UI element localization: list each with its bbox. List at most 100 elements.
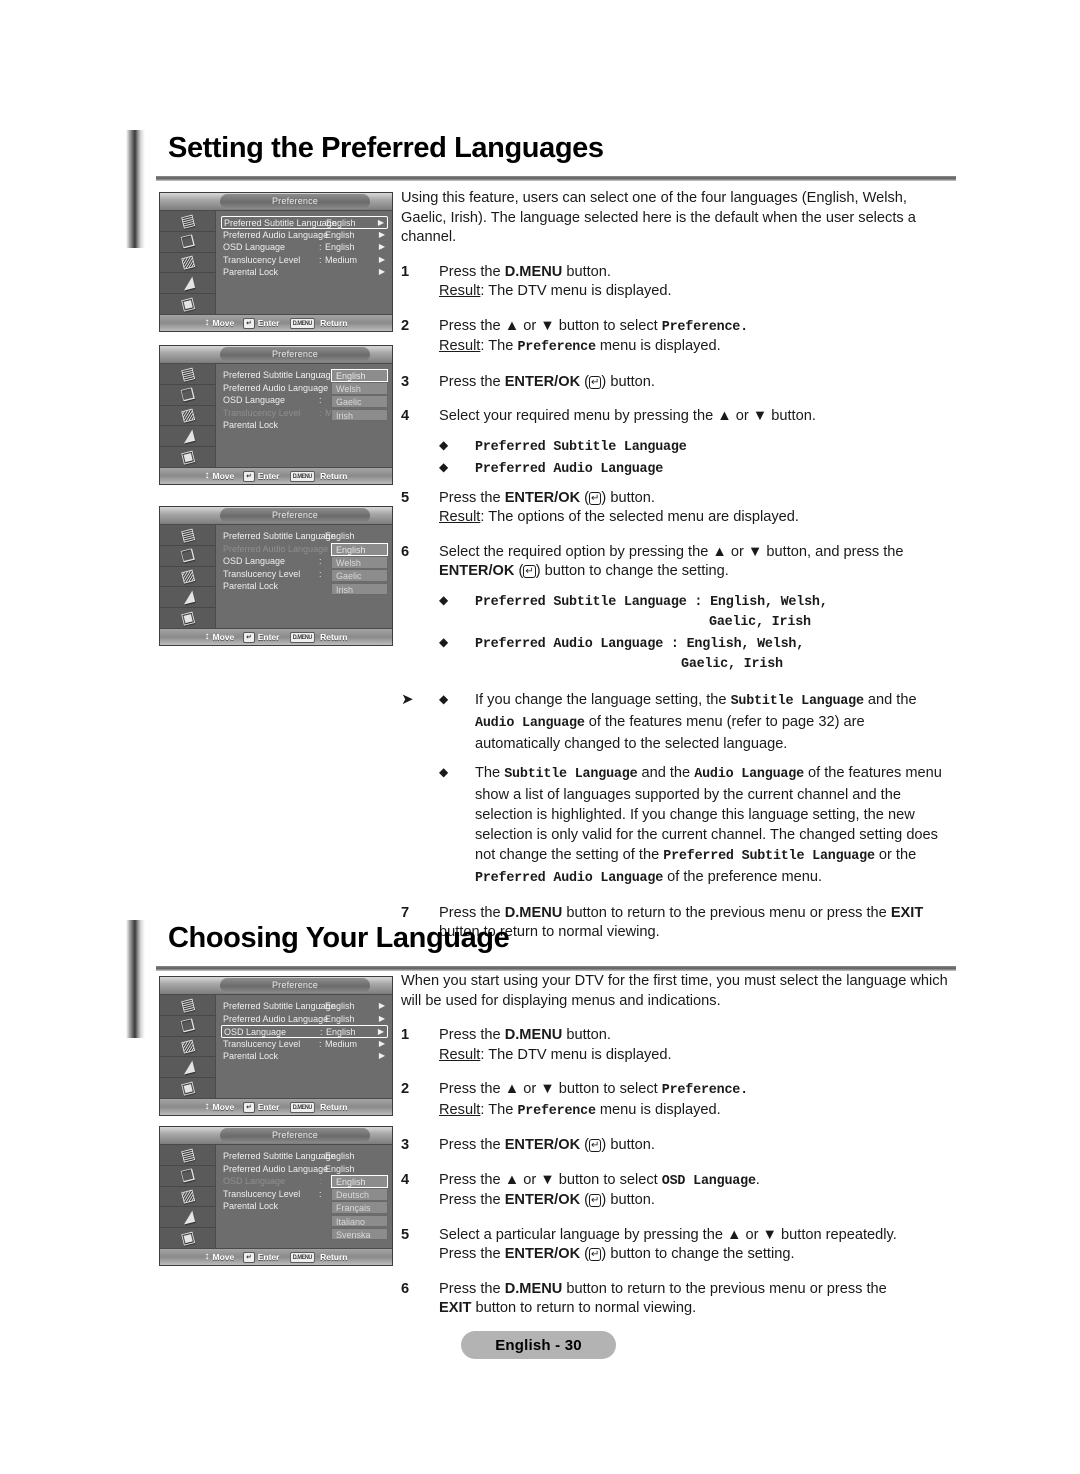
osd-icon-picture[interactable]: ❑ [160, 232, 215, 253]
bullet-item: ◆ Preferred Audio Language [439, 458, 949, 480]
osd-footer-enter[interactable]: ↵ Enter [243, 317, 279, 329]
setup-icon: ◢ [179, 587, 196, 607]
picture-icon: ❑ [178, 384, 197, 405]
osd-footer-enter[interactable]: ↵ Enter [243, 1251, 279, 1263]
osd-row-subtitle-language[interactable]: Preferred Subtitle Language : English ▶ [221, 1000, 388, 1013]
section-setting-preferred-languages: Setting the Preferred Languages [126, 130, 956, 248]
osd-icon-channel[interactable]: ▤ [160, 1145, 215, 1166]
heading-rule [156, 966, 956, 971]
osd-icon-preference[interactable]: ▣ [160, 1078, 215, 1098]
osd-footer-move[interactable]: ↕ Move [205, 1252, 235, 1263]
dropdown-option[interactable]: Irish [331, 408, 388, 422]
note-item-1: ◆ If you change the language setting, th… [439, 690, 949, 754]
osd-menu-list: Preferred Subtitle Language : Preferred … [216, 364, 392, 467]
osd-footer-enter[interactable]: ↵ Enter [243, 631, 279, 643]
osd-footer-move[interactable]: ↕ Move [205, 471, 235, 482]
osd-icon-preference[interactable]: ▣ [160, 608, 215, 628]
osd-icon-picture[interactable]: ❑ [160, 1166, 215, 1187]
osd-footer-return[interactable]: D.MENU Return [288, 1101, 347, 1113]
osd-icon-sound[interactable]: ▨ [160, 1187, 215, 1208]
dropdown-option[interactable]: Irish [331, 582, 388, 596]
dropdown-option[interactable]: English [331, 543, 388, 556]
osd-row-osd-language[interactable]: OSD Language : English ▶ [221, 241, 388, 254]
osd-footer-enter[interactable]: ↵ Enter [243, 470, 279, 482]
osd-row-osd-language[interactable]: OSD Language : English ▶ [221, 1025, 388, 1038]
note-text-a: The [475, 764, 505, 781]
chevron-right-icon: ▶ [378, 254, 385, 264]
osd-icon-setup[interactable]: ◢ [160, 273, 215, 295]
osd-row-audio-language[interactable]: Preferred Audio Language : English ▶ [221, 1013, 388, 1026]
osd-icon-channel[interactable]: ▤ [160, 211, 215, 232]
osd-icon-sound[interactable]: ▨ [160, 406, 215, 427]
audio-language-dropdown[interactable]: English Welsh Gaelic Irish [331, 543, 388, 596]
osd-icon-setup[interactable]: ◢ [160, 587, 215, 609]
note-text-b: and the [637, 764, 695, 781]
osd-footer-return[interactable]: D.MENU Return [288, 317, 347, 329]
diamond-bullet-icon: ◆ [439, 634, 449, 649]
enter-key-icon: ↵ [589, 1139, 602, 1152]
osd-row-parental-lock[interactable]: Parental Lock ▶ [221, 266, 388, 279]
osd-footer-enter[interactable]: ↵ Enter [243, 1101, 279, 1113]
dropdown-option[interactable]: English [331, 369, 388, 382]
osd-icon-channel[interactable]: ▤ [160, 525, 215, 546]
osd-icon-picture[interactable]: ❑ [160, 385, 215, 406]
dropdown-option[interactable]: Svenska [331, 1227, 388, 1241]
dropdown-option[interactable]: Italiano [331, 1214, 388, 1228]
osd-row-audio-language[interactable]: Preferred Audio Language : English ▶ [221, 229, 388, 242]
osd-icon-preference[interactable]: ▣ [160, 294, 215, 314]
osd-label: Parental Lock [223, 1051, 279, 1062]
dropdown-option[interactable]: Welsh [331, 382, 388, 395]
osd-icon-sound[interactable]: ▨ [160, 253, 215, 274]
step-text-a: Press the [439, 1280, 505, 1297]
result-text: : The options of the selected menu are d… [480, 509, 799, 525]
osd-colon: : [319, 1038, 322, 1049]
dropdown-option[interactable]: Français [331, 1201, 388, 1214]
osd-footer-return[interactable]: D.MENU Return [288, 470, 348, 482]
up-down-icon: ↕ [204, 1101, 210, 1112]
osd-row-translucency-level[interactable]: Translucency Level : Medium ▶ [221, 1038, 388, 1051]
osd-footer-move-label: Move [212, 471, 235, 481]
osd-footer-return-label: Return [320, 471, 348, 481]
osd-footer-return-label: Return [320, 1252, 348, 1262]
step-1-6-bullets: ◆ Preferred Subtitle Language : English,… [401, 591, 949, 675]
osd-language-dropdown[interactable]: English Deutsch Français Italiano Svensk… [331, 1175, 388, 1241]
osd-row-subtitle-language[interactable]: Preferred Subtitle Language : English [221, 530, 388, 543]
channel-icon: ▤ [178, 995, 197, 1015]
osd-row-translucency-level[interactable]: Translucency Level : Medium ▶ [221, 254, 388, 267]
osd-icon-preference[interactable]: ▣ [160, 1228, 215, 1248]
step-mono-osd-language: OSD Language [661, 1173, 756, 1189]
osd-icon-channel[interactable]: ▤ [160, 995, 215, 1016]
osd-icon-picture[interactable]: ❑ [160, 1016, 215, 1037]
dropdown-option[interactable]: English [331, 1175, 388, 1188]
dropdown-option[interactable]: Gaelic [331, 395, 388, 408]
setup-icon: ◢ [179, 273, 196, 293]
osd-icon-picture[interactable]: ❑ [160, 546, 215, 567]
osd-icon-sound[interactable]: ▨ [160, 567, 215, 588]
osd-footer-return[interactable]: D.MENU Return [288, 1251, 348, 1263]
step-text-b: . [755, 1171, 760, 1188]
osd-icon-channel[interactable]: ▤ [160, 364, 215, 385]
osd-footer-return[interactable]: D.MENU Return [288, 631, 347, 643]
osd-icon-setup[interactable]: ◢ [160, 426, 215, 448]
step-2-3: 3 Press the ENTER/OK (↵) button. [401, 1136, 949, 1156]
osd-icon-preference[interactable]: ▣ [160, 447, 215, 467]
osd-footer-move[interactable]: ↕ Move [204, 1101, 235, 1113]
osd-row-subtitle-language[interactable]: Preferred Subtitle Language : English [221, 1150, 388, 1163]
dropdown-option[interactable]: Gaelic [331, 569, 388, 582]
dropdown-option[interactable]: Welsh [331, 556, 388, 569]
result-text-a: : The [480, 1101, 518, 1118]
osd-icon-sound[interactable]: ▨ [160, 1037, 215, 1058]
osd-row-subtitle-language[interactable]: Preferred Subtitle Language : English ▶ [221, 216, 388, 229]
note-text-a: If you change the language setting, the [475, 691, 731, 708]
chevron-right-icon: ▶ [378, 1013, 385, 1023]
osd-icon-setup[interactable]: ◢ [160, 1207, 215, 1229]
osd-footer-move[interactable]: ↕ Move [205, 318, 235, 329]
subtitle-language-dropdown[interactable]: English Welsh Gaelic Irish [331, 369, 388, 422]
page-title-2: Choosing Your Language [168, 922, 510, 954]
osd-footer-move[interactable]: ↕ Move [205, 632, 235, 643]
osd-title: Preference [220, 347, 370, 362]
osd-row-parental-lock[interactable]: Parental Lock ▶ [221, 1050, 388, 1063]
dropdown-option[interactable]: Deutsch [331, 1188, 388, 1201]
osd-icon-setup[interactable]: ◢ [160, 1057, 215, 1079]
osd-row-audio-language[interactable]: Preferred Audio Language : English [221, 1163, 388, 1176]
